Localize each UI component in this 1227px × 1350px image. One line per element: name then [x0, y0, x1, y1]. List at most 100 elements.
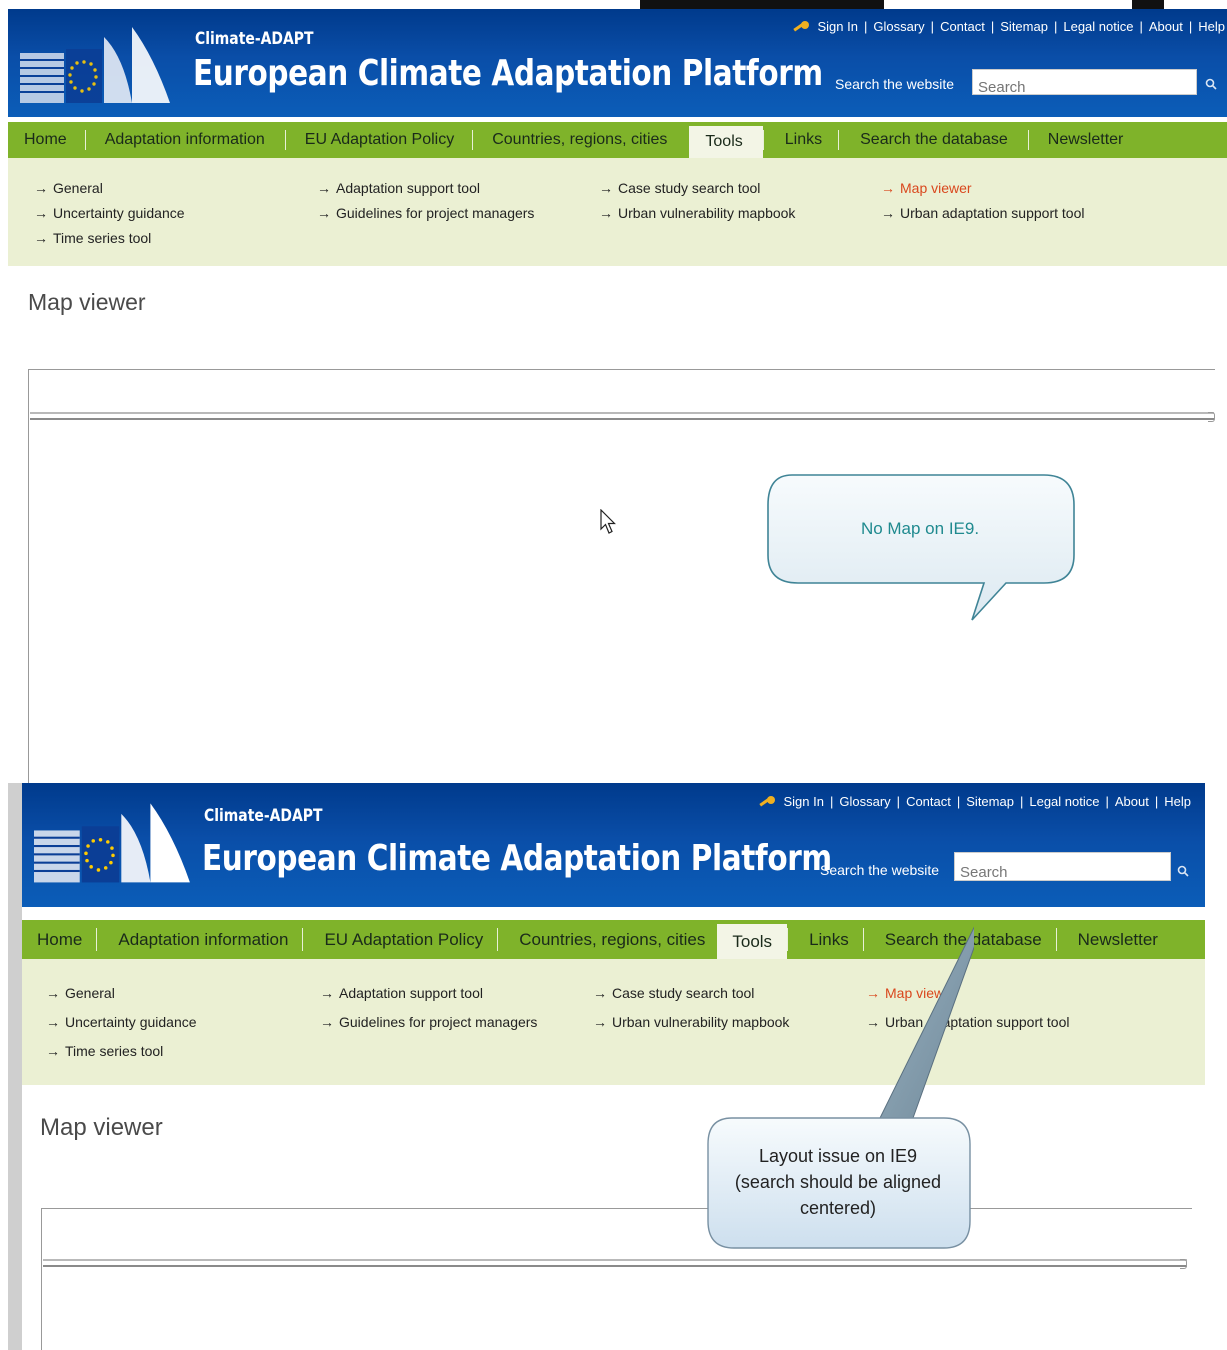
browser-chrome-fragment [640, 0, 884, 9]
search-label: Search the website [835, 76, 955, 92]
arrow-icon: → [881, 205, 895, 221]
arrow-icon: → [320, 1014, 334, 1030]
subnav-map-viewer[interactable]: → Map viewer [881, 180, 972, 196]
brand-short-name: Climate-ADAPT [195, 29, 314, 49]
legal-notice-link[interactable]: Legal notice [1063, 19, 1133, 34]
contact-link[interactable]: Contact [906, 794, 951, 809]
subnav-uncertainty-guidance[interactable]: → Uncertainty guidance [46, 1014, 197, 1030]
nav-newsletter[interactable]: Newsletter [1055, 920, 1172, 959]
about-link[interactable]: About [1115, 794, 1149, 809]
arrow-icon: → [599, 180, 613, 196]
callout-no-map [767, 474, 1075, 621]
subnav-case-study-search-tool[interactable]: → Case study search tool [599, 180, 760, 196]
about-link[interactable]: About [1149, 19, 1183, 34]
screenshot-ie9-layout-issue: Climate-ADAPT European Climate Adaptatio… [22, 783, 1205, 1350]
arrow-icon: → [593, 1014, 607, 1030]
browser-chrome-fragment [1132, 0, 1164, 9]
main-nav: Home Adaptation information EU Adaptatio… [8, 122, 1227, 158]
glossary-link[interactable]: Glossary [873, 19, 924, 34]
glossary-link[interactable]: Glossary [839, 794, 890, 809]
site-header: Climate-ADAPT European Climate Adaptatio… [8, 9, 1227, 117]
arrow-icon: → [593, 985, 607, 1001]
brand-title[interactable]: European Climate Adaptation Platform [202, 838, 832, 879]
tools-subnav: → General → Uncertainty guidance → Time ser… [22, 959, 1205, 1085]
arrow-icon: → [599, 205, 613, 221]
eu-logo[interactable] [20, 27, 172, 107]
arrow-icon: → [46, 1014, 60, 1030]
utility-links: Sign In | Glossary | Contact | Sitemap | Leg… [792, 19, 1225, 34]
search-input[interactable] [954, 852, 1171, 881]
subnav-general[interactable]: → General [46, 985, 115, 1001]
nav-home[interactable]: Home [8, 122, 85, 158]
search-go-icon[interactable] [1177, 865, 1189, 877]
tools-subnav: → General → Uncertainty guidance → Time ser… [8, 158, 1227, 266]
callout-layout-issue-text: Layout issue on IE9 (search should be al… [708, 1143, 968, 1221]
legal-notice-link[interactable]: Legal notice [1029, 794, 1099, 809]
screenshot-ie9-no-map: Climate-ADAPT European Climate Adaptatio… [8, 0, 1227, 783]
brand-short-name: Climate-ADAPT [204, 806, 323, 826]
callout-line-3: centered) [799, 1198, 877, 1218]
map-toolbar-cap [1180, 1259, 1187, 1269]
nav-links[interactable]: Links [762, 122, 838, 158]
arrow-icon: → [34, 205, 48, 221]
page-title: Map viewer [28, 289, 146, 315]
key-icon [792, 20, 810, 34]
page-title: Map viewer [40, 1114, 163, 1141]
sitemap-link[interactable]: Sitemap [1000, 19, 1048, 34]
arrow-icon: → [317, 180, 331, 196]
search-input[interactable] [972, 69, 1197, 95]
arrow-icon: → [34, 230, 48, 246]
contact-link[interactable]: Contact [940, 19, 985, 34]
map-toolbar-divider [30, 412, 1214, 414]
arrow-icon: → [317, 205, 331, 221]
nav-countries-regions-cities[interactable]: Countries, regions, cities [497, 920, 717, 959]
search-go-icon[interactable] [1205, 78, 1217, 90]
nav-adaptation-information[interactable]: Adaptation information [84, 122, 285, 158]
help-link[interactable]: Help [1198, 19, 1225, 34]
subnav-urban-adaptation-support-tool[interactable]: → Urban adaptation support tool [881, 205, 1084, 221]
callout-line-2: (search should be aligned [734, 1172, 942, 1192]
site-header: Climate-ADAPT European Climate Adaptatio… [22, 783, 1205, 907]
callout-line-1: Layout issue on IE9 [758, 1146, 918, 1166]
subnav-adaptation-support-tool[interactable]: → Adaptation support tool [317, 180, 480, 196]
subnav-urban-vulnerability-mapbook[interactable]: → Urban vulnerability mapbook [599, 205, 795, 221]
subnav-adaptation-support-tool[interactable]: → Adaptation support tool [320, 985, 483, 1001]
subnav-guidelines-for-project-managers[interactable]: → Guidelines for project managers [320, 1014, 537, 1030]
nav-tools[interactable]: Tools [689, 126, 763, 158]
subnav-general[interactable]: → General [34, 180, 103, 196]
subnav-uncertainty-guidance[interactable]: → Uncertainty guidance [34, 205, 185, 221]
arrow-icon: → [46, 985, 60, 1001]
map-frame [41, 1208, 1192, 1350]
arrow-icon: → [320, 985, 334, 1001]
mouse-cursor-icon [600, 509, 616, 534]
map-toolbar-cap [1208, 412, 1215, 422]
nav-newsletter[interactable]: Newsletter [1027, 122, 1138, 158]
help-link[interactable]: Help [1164, 794, 1191, 809]
nav-eu-adaptation-policy[interactable]: EU Adaptation Policy [302, 920, 497, 959]
nav-eu-adaptation-policy[interactable]: EU Adaptation Policy [284, 122, 472, 158]
sign-in-link[interactable]: Sign In [784, 794, 824, 809]
arrow-icon: → [46, 1043, 60, 1059]
main-nav: Home Adaptation information EU Adaptatio… [22, 920, 1205, 959]
utility-links: Sign In | Glossary | Contact | Sitemap | Leg… [758, 794, 1191, 809]
subnav-time-series-tool[interactable]: → Time series tool [46, 1043, 163, 1059]
nav-search-the-database[interactable]: Search the database [838, 122, 1028, 158]
arrow-icon: → [34, 180, 48, 196]
key-icon [758, 795, 776, 809]
top-strip [8, 0, 1227, 9]
screenshot-divider-strip [8, 783, 22, 1350]
nav-adaptation-information[interactable]: Adaptation information [96, 920, 302, 959]
subnav-guidelines-for-project-managers[interactable]: → Guidelines for project managers [317, 205, 534, 221]
arrow-icon: → [881, 180, 895, 196]
nav-home[interactable]: Home [22, 920, 96, 959]
callout-no-map-text: No Map on IE9. [860, 519, 980, 538]
map-toolbar-divider [43, 1259, 1187, 1261]
subnav-time-series-tool[interactable]: → Time series tool [34, 230, 151, 246]
eu-logo[interactable] [34, 801, 192, 889]
sign-in-link[interactable]: Sign In [818, 19, 858, 34]
map-toolbar-divider [30, 418, 1214, 420]
sitemap-link[interactable]: Sitemap [966, 794, 1014, 809]
map-toolbar-divider [43, 1265, 1187, 1267]
brand-title[interactable]: European Climate Adaptation Platform [193, 53, 823, 94]
nav-countries-regions-cities[interactable]: Countries, regions, cities [472, 122, 689, 158]
